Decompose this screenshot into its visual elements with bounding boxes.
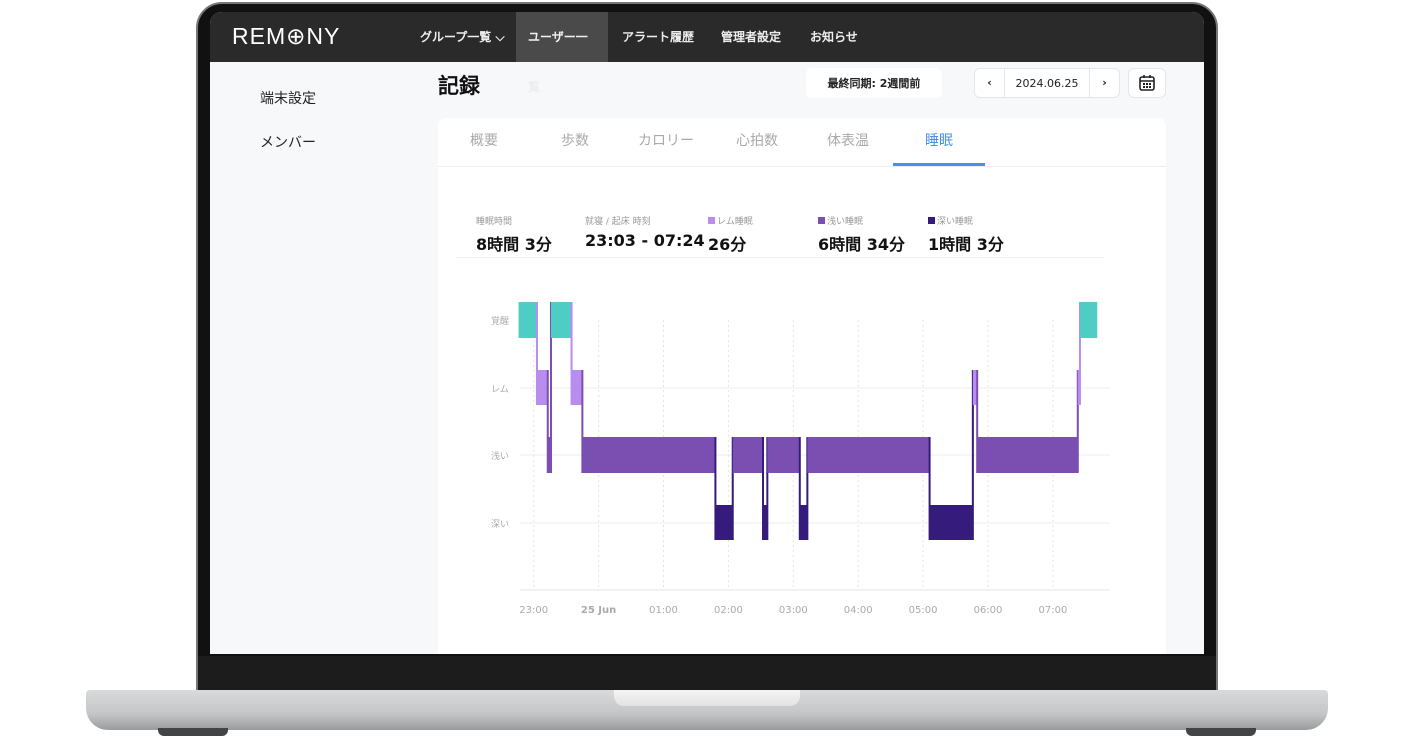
x-tick-label: 23:00 [519, 605, 548, 616]
y-tick-label: 覚醒 [491, 315, 509, 327]
nav-notices[interactable]: お知らせ [798, 12, 870, 62]
screen: REM⊕NY グループ一覧 ⌵ ユーザー一覧 アラート履歴 管理者設定 お知らせ… [210, 12, 1204, 654]
stat-light: 浅い睡眠 6時間 34分 [818, 217, 905, 254]
stage-segment-浅い [807, 437, 930, 473]
logo: REM⊕NY [232, 23, 341, 49]
nav-user-list[interactable]: ユーザー一覧 [516, 12, 608, 94]
stage-segment-深い [799, 505, 808, 540]
x-tick-label: 01:00 [649, 605, 678, 616]
calendar-button[interactable] [1128, 68, 1166, 98]
stage-segment-レム [536, 370, 548, 405]
sync-status: 最終同期: 2週間前 [806, 68, 942, 98]
stage-segment-浅い [977, 437, 1078, 473]
prev-date-button[interactable]: ‹ [975, 69, 1005, 97]
tab-calories[interactable]: カロリー [620, 118, 712, 166]
stat-bed-wake: 就寝 / 起床 時刻 23:03 - 07:24 [585, 217, 705, 250]
stage-segment-覚醒 [518, 302, 537, 338]
stat-rem: レム睡眠 26分 [708, 217, 753, 254]
light-legend-icon [818, 217, 825, 224]
next-date-button[interactable]: › [1089, 69, 1119, 97]
calendar-icon [1139, 75, 1155, 91]
sidebar-item-device-settings[interactable]: 端末設定 [260, 88, 316, 108]
current-date: 2024.06.25 [1015, 76, 1079, 90]
tab-divider [438, 166, 1166, 167]
stage-segment-浅い [732, 437, 764, 473]
stage-segment-深い [715, 505, 733, 540]
x-tick-label: 04:00 [844, 605, 873, 616]
nav-admin-settings[interactable]: 管理者設定 [709, 12, 793, 62]
date-picker: ‹ 2024.06.25 › [974, 68, 1120, 98]
tab-overview[interactable]: 概要 [438, 118, 530, 166]
rem-legend-icon [708, 217, 715, 224]
stage-segment-深い [929, 505, 973, 540]
laptop-notch [614, 690, 800, 706]
tab-body-temp[interactable]: 体表温 [802, 118, 894, 166]
page-title: 記録 [438, 74, 480, 98]
tab-sleep[interactable]: 睡眠 [893, 118, 985, 166]
stat-sleep-time: 睡眠時間 8時間 3分 [476, 217, 552, 254]
tab-steps[interactable]: 歩数 [529, 118, 621, 166]
stage-segment-覚醒 [1079, 302, 1098, 338]
sleep-stage-chart: 23:00 25 Jun 01:00 02:00 03:00 04:00 05:00 06:0… [491, 302, 1110, 616]
nav-group-list[interactable]: グループ一覧 ⌵ [408, 12, 517, 62]
stats-divider [456, 257, 1104, 258]
x-tick-label: 05:00 [909, 605, 938, 616]
nav-alert-history[interactable]: アラート履歴 [610, 12, 706, 62]
laptop-chin [198, 656, 1216, 692]
deep-legend-icon [928, 217, 935, 224]
stage-segment-浅い [582, 437, 716, 473]
tab-heart-rate[interactable]: 心拍数 [711, 118, 803, 166]
x-tick-label: 25 Jun [581, 605, 616, 616]
x-tick-label: 07:00 [1038, 605, 1067, 616]
stat-deep: 深い睡眠 1時間 3分 [928, 217, 1004, 254]
laptop-foot [158, 728, 228, 736]
stage-segment-浅い [767, 437, 800, 473]
y-tick-label: 深い [491, 519, 509, 530]
y-tick-label: レム [491, 384, 509, 395]
y-tick-label: 浅い [491, 450, 509, 462]
top-nav: REM⊕NY グループ一覧 ⌵ ユーザー一覧 アラート履歴 管理者設定 お知らせ [210, 12, 1204, 94]
stage-segment-覚醒 [551, 302, 572, 338]
stage-segment-レム [571, 370, 583, 405]
sidebar-item-members[interactable]: メンバー [260, 132, 316, 152]
records-card: 概要 歩数 カロリー 心拍数 体表温 睡眠 睡眠時間 8時間 3分 就寝 / 起床… [438, 118, 1166, 654]
laptop-foot [1186, 728, 1256, 736]
x-tick-label: 03:00 [779, 605, 808, 616]
x-tick-label: 02:00 [714, 605, 743, 616]
x-tick-label: 06:00 [974, 605, 1003, 616]
